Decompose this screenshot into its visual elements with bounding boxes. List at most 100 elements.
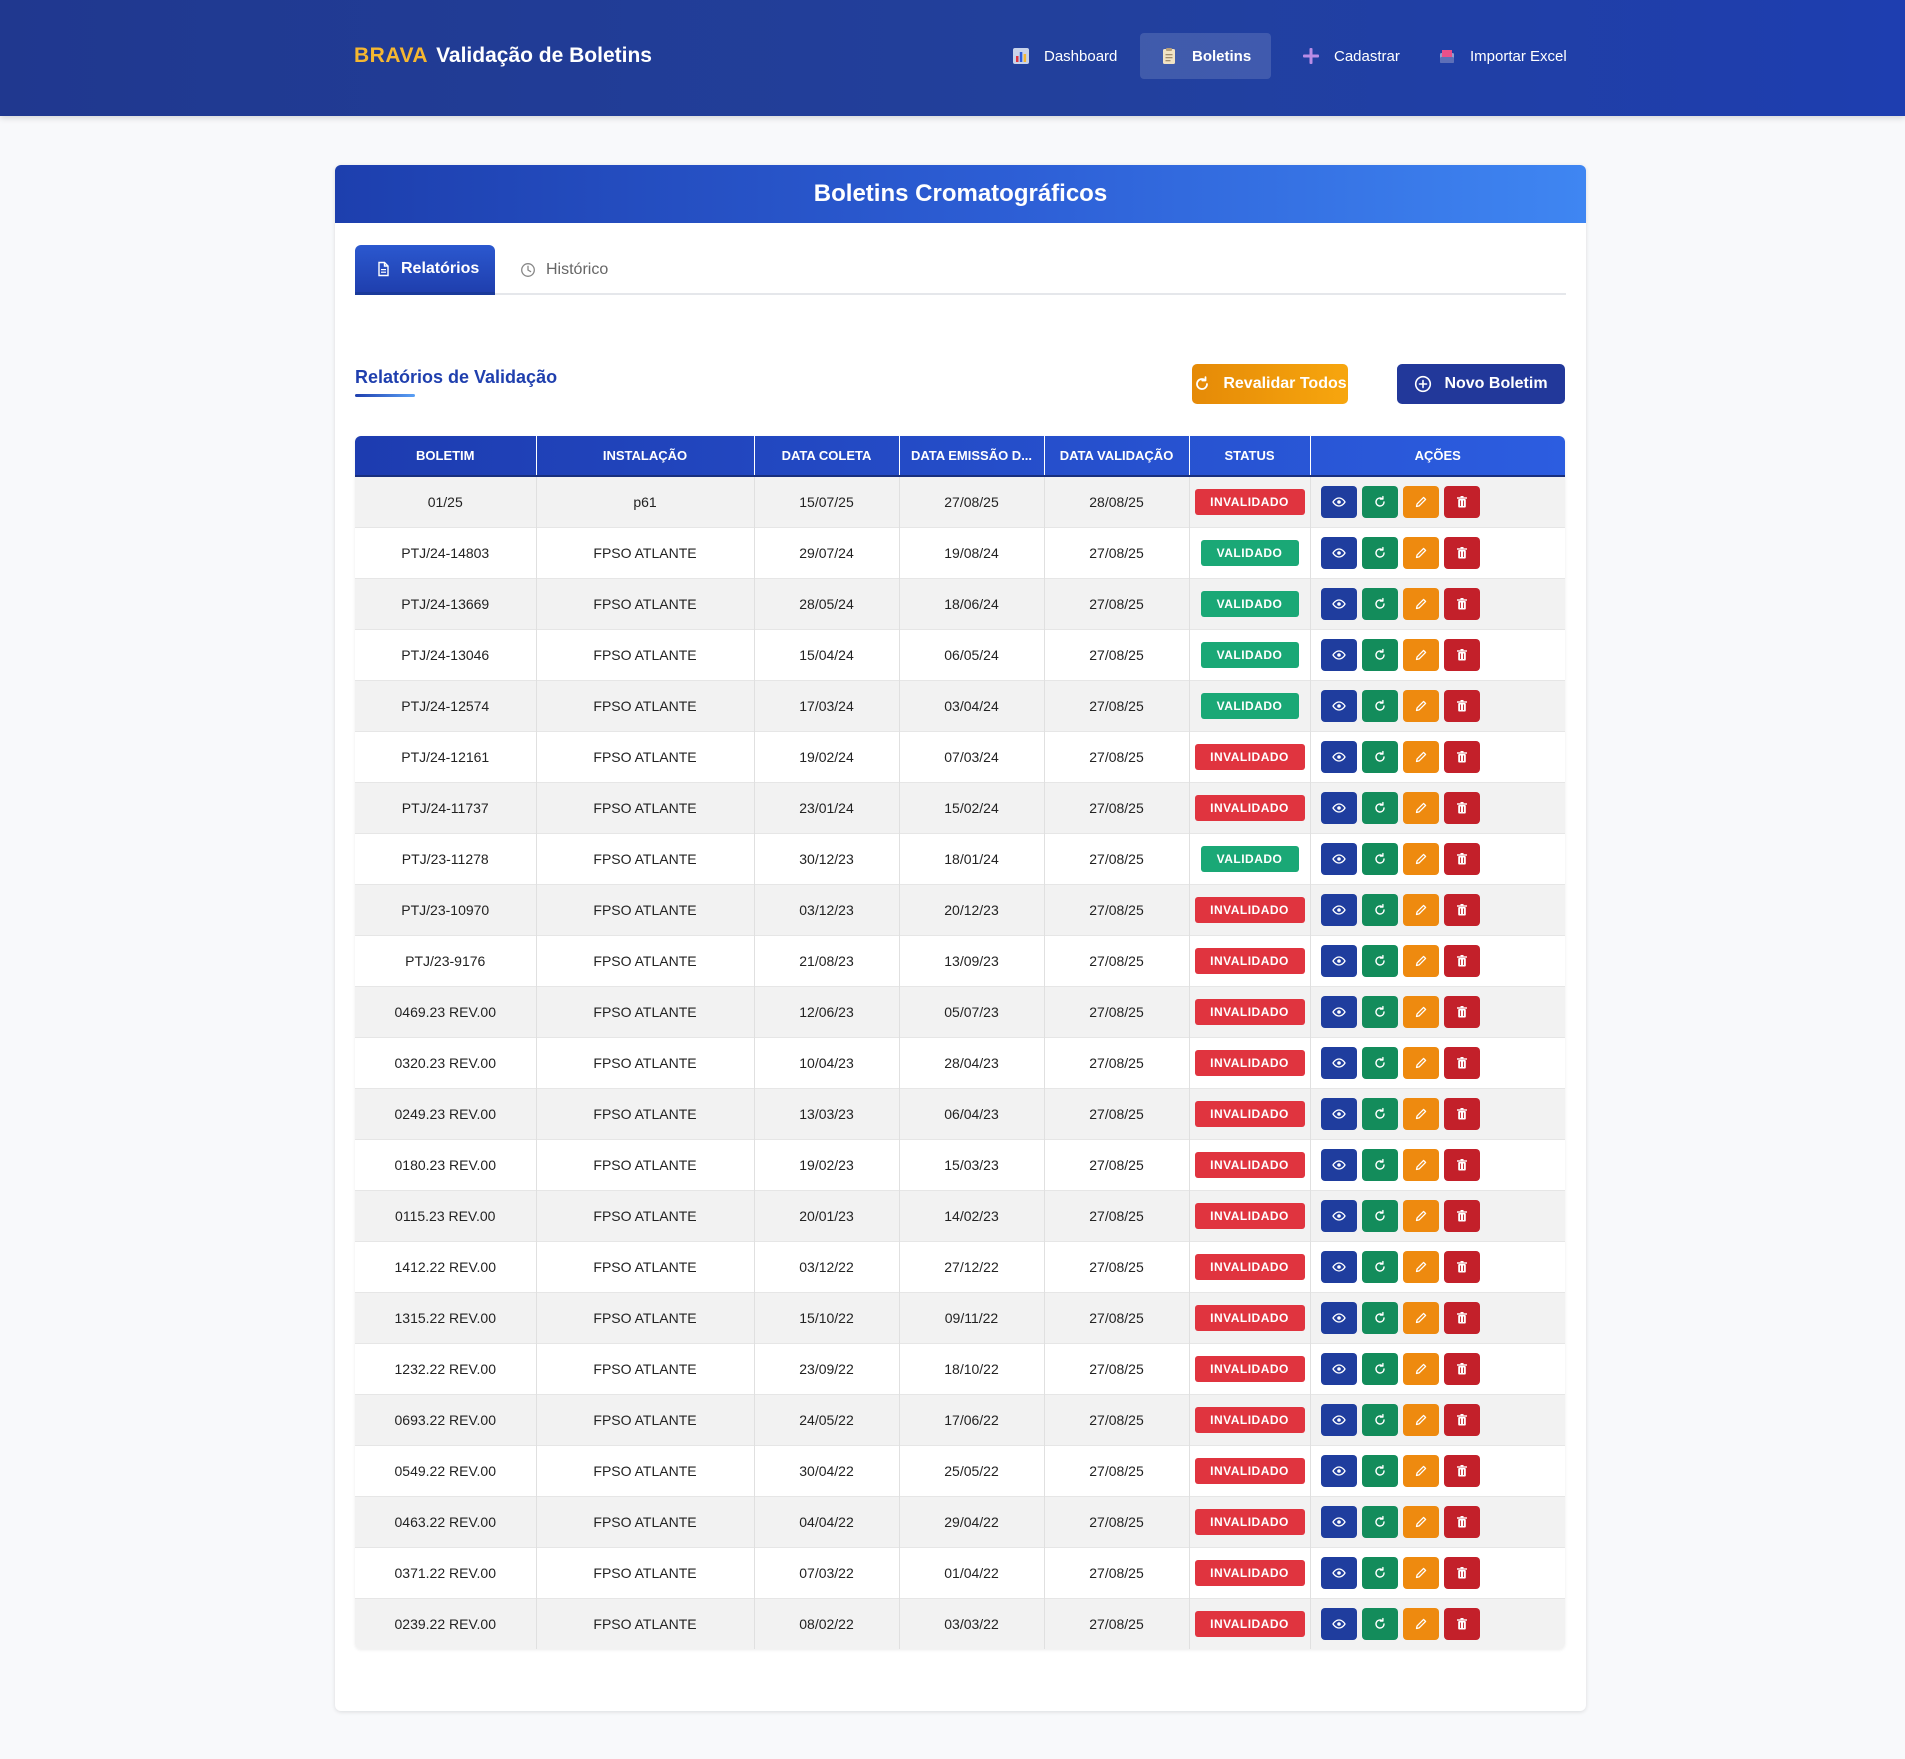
revalidate-button[interactable] [1361, 1148, 1398, 1181]
delete-button[interactable] [1443, 791, 1480, 824]
edit-button[interactable] [1402, 1148, 1439, 1181]
table-row[interactable]: 0693.22 REV.00 FPSO ATLANTE 24/05/22 17/06/… [355, 1394, 1565, 1445]
edit-button[interactable] [1402, 536, 1439, 569]
revalidate-button[interactable] [1361, 689, 1398, 722]
edit-button[interactable] [1402, 842, 1439, 875]
table-row[interactable]: 1412.22 REV.00 FPSO ATLANTE 03/12/22 27/12/… [355, 1241, 1565, 1292]
revalidate-button[interactable] [1361, 995, 1398, 1028]
delete-button[interactable] [1443, 587, 1480, 620]
table-row[interactable]: PTJ/23-9176 FPSO ATLANTE 21/08/23 13/09/23 2… [355, 935, 1565, 986]
view-button[interactable] [1320, 1454, 1357, 1487]
table-row[interactable]: PTJ/24-12161 FPSO ATLANTE 19/02/24 07/03/24… [355, 731, 1565, 782]
edit-button[interactable] [1402, 944, 1439, 977]
view-button[interactable] [1320, 995, 1357, 1028]
edit-button[interactable] [1402, 893, 1439, 926]
revalidate-button[interactable] [1361, 1046, 1398, 1079]
delete-button[interactable] [1443, 1403, 1480, 1436]
revalidate-button[interactable] [1361, 1250, 1398, 1283]
revalidate-button[interactable] [1361, 944, 1398, 977]
revalidate-button[interactable] [1361, 536, 1398, 569]
revalidate-button[interactable] [1361, 638, 1398, 671]
view-button[interactable] [1320, 1352, 1357, 1385]
edit-button[interactable] [1402, 1454, 1439, 1487]
edit-button[interactable] [1402, 1403, 1439, 1436]
edit-button[interactable] [1402, 689, 1439, 722]
view-button[interactable] [1320, 1301, 1357, 1334]
table-row[interactable]: 0115.23 REV.00 FPSO ATLANTE 20/01/23 14/02/… [355, 1190, 1565, 1241]
delete-button[interactable] [1443, 1607, 1480, 1640]
column-header-data-emissao[interactable]: Data Emissão D... [899, 436, 1045, 476]
column-header-instalacao[interactable]: Instalação [536, 436, 755, 476]
revalidate-button[interactable] [1361, 587, 1398, 620]
table-row[interactable]: PTJ/24-13046 FPSO ATLANTE 15/04/24 06/05/24… [355, 629, 1565, 680]
view-button[interactable] [1320, 740, 1357, 773]
view-button[interactable] [1320, 536, 1357, 569]
edit-button[interactable] [1402, 638, 1439, 671]
table-row[interactable]: 0463.22 REV.00 FPSO ATLANTE 04/04/22 29/04/… [355, 1496, 1565, 1547]
delete-button[interactable] [1443, 1454, 1480, 1487]
table-row[interactable]: 0239.22 REV.00 FPSO ATLANTE 08/02/22 03/03/… [355, 1598, 1565, 1649]
table-row[interactable]: 0320.23 REV.00 FPSO ATLANTE 10/04/23 28/04/… [355, 1037, 1565, 1088]
table-row[interactable]: 0180.23 REV.00 FPSO ATLANTE 19/02/23 15/03/… [355, 1139, 1565, 1190]
delete-button[interactable] [1443, 1199, 1480, 1232]
delete-button[interactable] [1443, 1250, 1480, 1283]
table-row[interactable]: PTJ/24-11737 FPSO ATLANTE 23/01/24 15/02/24… [355, 782, 1565, 833]
view-button[interactable] [1320, 944, 1357, 977]
revalidate-button[interactable] [1361, 1097, 1398, 1130]
new-bulletin-button[interactable]: Novo Boletim [1397, 364, 1565, 404]
edit-button[interactable] [1402, 1250, 1439, 1283]
delete-button[interactable] [1443, 485, 1480, 518]
table-row[interactable]: PTJ/24-12574 FPSO ATLANTE 17/03/24 03/04/24… [355, 680, 1565, 731]
nav-item-boletins[interactable]: Boletins [1140, 33, 1272, 79]
edit-button[interactable] [1402, 791, 1439, 824]
view-button[interactable] [1320, 1505, 1357, 1538]
delete-button[interactable] [1443, 842, 1480, 875]
tab-historico[interactable]: Histórico [500, 245, 628, 295]
table-row[interactable]: 1232.22 REV.00 FPSO ATLANTE 23/09/22 18/10/… [355, 1343, 1565, 1394]
view-button[interactable] [1320, 485, 1357, 518]
column-header-boletim[interactable]: Boletim [355, 436, 537, 476]
table-row[interactable]: PTJ/23-10970 FPSO ATLANTE 03/12/23 20/12/23… [355, 884, 1565, 935]
table-row[interactable]: 0549.22 REV.00 FPSO ATLANTE 30/04/22 25/05/… [355, 1445, 1565, 1496]
revalidate-button[interactable] [1361, 893, 1398, 926]
delete-button[interactable] [1443, 1505, 1480, 1538]
edit-button[interactable] [1402, 1301, 1439, 1334]
delete-button[interactable] [1443, 1046, 1480, 1079]
edit-button[interactable] [1402, 1046, 1439, 1079]
revalidate-button[interactable] [1361, 1607, 1398, 1640]
revalidate-button[interactable] [1361, 1505, 1398, 1538]
edit-button[interactable] [1402, 995, 1439, 1028]
edit-button[interactable] [1402, 1199, 1439, 1232]
view-button[interactable] [1320, 689, 1357, 722]
delete-button[interactable] [1443, 689, 1480, 722]
view-button[interactable] [1320, 587, 1357, 620]
delete-button[interactable] [1443, 1301, 1480, 1334]
table-row[interactable]: PTJ/24-13669 FPSO ATLANTE 28/05/24 18/06/24… [355, 578, 1565, 629]
revalidate-button[interactable] [1361, 1199, 1398, 1232]
delete-button[interactable] [1443, 1556, 1480, 1589]
delete-button[interactable] [1443, 1097, 1480, 1130]
edit-button[interactable] [1402, 740, 1439, 773]
nav-item-cadastrar[interactable]: Cadastrar [1282, 33, 1420, 79]
table-row[interactable]: 0371.22 REV.00 FPSO ATLANTE 07/03/22 01/04/… [355, 1547, 1565, 1598]
delete-button[interactable] [1443, 536, 1480, 569]
delete-button[interactable] [1443, 1148, 1480, 1181]
tab-relatorios[interactable]: Relatórios [355, 245, 495, 295]
revalidate-button[interactable] [1361, 1352, 1398, 1385]
column-header-data-validacao[interactable]: Data Validação [1044, 436, 1190, 476]
view-button[interactable] [1320, 1607, 1357, 1640]
delete-button[interactable] [1443, 995, 1480, 1028]
edit-button[interactable] [1402, 485, 1439, 518]
table-row[interactable]: 01/25 p61 15/07/25 27/08/25 28/08/25 INVALIDA… [355, 476, 1565, 527]
view-button[interactable] [1320, 1556, 1357, 1589]
edit-button[interactable] [1402, 1556, 1439, 1589]
revalidate-button[interactable] [1361, 1301, 1398, 1334]
edit-button[interactable] [1402, 1352, 1439, 1385]
column-header-status[interactable]: Status [1189, 436, 1311, 476]
edit-button[interactable] [1402, 587, 1439, 620]
view-button[interactable] [1320, 1199, 1357, 1232]
revalidate-button[interactable] [1361, 1403, 1398, 1436]
revalidate-button[interactable] [1361, 791, 1398, 824]
edit-button[interactable] [1402, 1505, 1439, 1538]
edit-button[interactable] [1402, 1097, 1439, 1130]
